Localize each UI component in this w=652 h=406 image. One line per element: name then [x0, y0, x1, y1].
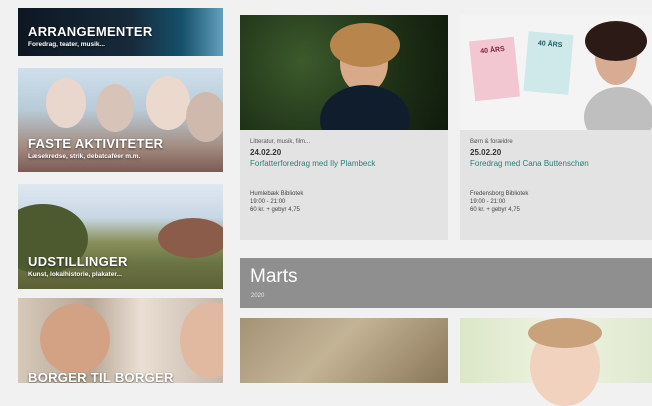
- tile-title: BORGER TIL BORGER: [28, 370, 174, 383]
- tile-label: UDSTILLINGER Kunst, lokalhistorie, plaka…: [28, 254, 128, 278]
- event-info: Børn & forældre 25.02.20 Foredrag med Ca…: [470, 139, 646, 214]
- tile-subtitle: Kunst, lokalhistorie, plakater...: [28, 271, 122, 278]
- event-card[interactable]: Litteratur, musik, film... 24.02.20 Forf…: [240, 15, 448, 240]
- event-category: Litteratur, musik, film...: [250, 139, 311, 145]
- book-cover: 40 ÅRS: [468, 36, 521, 102]
- event-date: 24.02.20: [250, 148, 282, 157]
- tile-label: ARRANGEMENTER Foredrag, teater, musik...: [28, 24, 153, 48]
- month-year: 2020: [251, 293, 265, 299]
- category-tile-udstillinger[interactable]: UDSTILLINGER Kunst, lokalhistorie, plaka…: [18, 184, 223, 289]
- tile-photo: [40, 304, 110, 374]
- event-details: Fredensborg Bibliotek 19:00 - 21:00 60 k…: [470, 190, 646, 214]
- category-tile-arrangementer[interactable]: ARRANGEMENTER Foredrag, teater, musik...: [18, 8, 223, 56]
- event-title-link[interactable]: Forfatterforedrag med Ily Plambeck: [250, 159, 442, 168]
- tile-title: ARRANGEMENTER: [28, 24, 153, 39]
- tile-subtitle: Foredrag, teater, musik...: [28, 41, 105, 48]
- book-title: 40 ÅRS: [537, 40, 563, 50]
- book-title: 40 ÅRS: [480, 45, 506, 56]
- event-title-link[interactable]: Foredrag med Cana Buttenschøn: [470, 159, 646, 168]
- event-photo: [240, 318, 448, 383]
- book-cover: 40 ÅRS: [523, 31, 574, 95]
- month-banner: Marts 2020: [240, 258, 652, 308]
- event-venue: Fredensborg Bibliotek: [470, 191, 529, 197]
- tile-label: BORGER TIL BORGER: [28, 370, 174, 383]
- tile-title: UDSTILLINGER: [28, 254, 128, 269]
- event-date: 25.02.20: [470, 148, 502, 157]
- event-details: Humlebæk Bibliotek 19:00 - 21:00 60 kr. …: [250, 190, 442, 214]
- event-venue: Humlebæk Bibliotek: [250, 191, 304, 197]
- event-photo: [240, 15, 448, 130]
- event-card[interactable]: [460, 318, 652, 406]
- tile-subtitle: Læsekredse, strik, debatcaféer m.m.: [28, 153, 141, 160]
- event-time: 19:00 - 21:00: [250, 199, 286, 205]
- event-time: 19:00 - 21:00: [470, 199, 506, 205]
- event-card[interactable]: 40 ÅRS 40 ÅRS Børn & forældre 25.02.20 F…: [460, 15, 652, 240]
- category-tile-faste-aktiviteter[interactable]: FASTE AKTIVITETER Læsekredse, strik, deb…: [18, 68, 223, 172]
- category-tile-borger-til-borger[interactable]: BORGER TIL BORGER: [18, 298, 223, 383]
- event-price: 60 kr. + gebyr 4,75: [470, 207, 520, 213]
- tile-photo: [46, 78, 86, 128]
- month-name: Marts: [250, 266, 298, 287]
- event-price: 60 kr. + gebyr 4,75: [250, 207, 300, 213]
- tile-title: FASTE AKTIVITETER: [28, 136, 164, 151]
- event-photo: 40 ÅRS 40 ÅRS: [460, 15, 652, 130]
- event-card[interactable]: [240, 318, 448, 383]
- tile-label: FASTE AKTIVITETER Læsekredse, strik, deb…: [28, 136, 163, 160]
- event-category: Børn & forældre: [470, 139, 513, 145]
- event-info: Litteratur, musik, film... 24.02.20 Forf…: [250, 139, 442, 214]
